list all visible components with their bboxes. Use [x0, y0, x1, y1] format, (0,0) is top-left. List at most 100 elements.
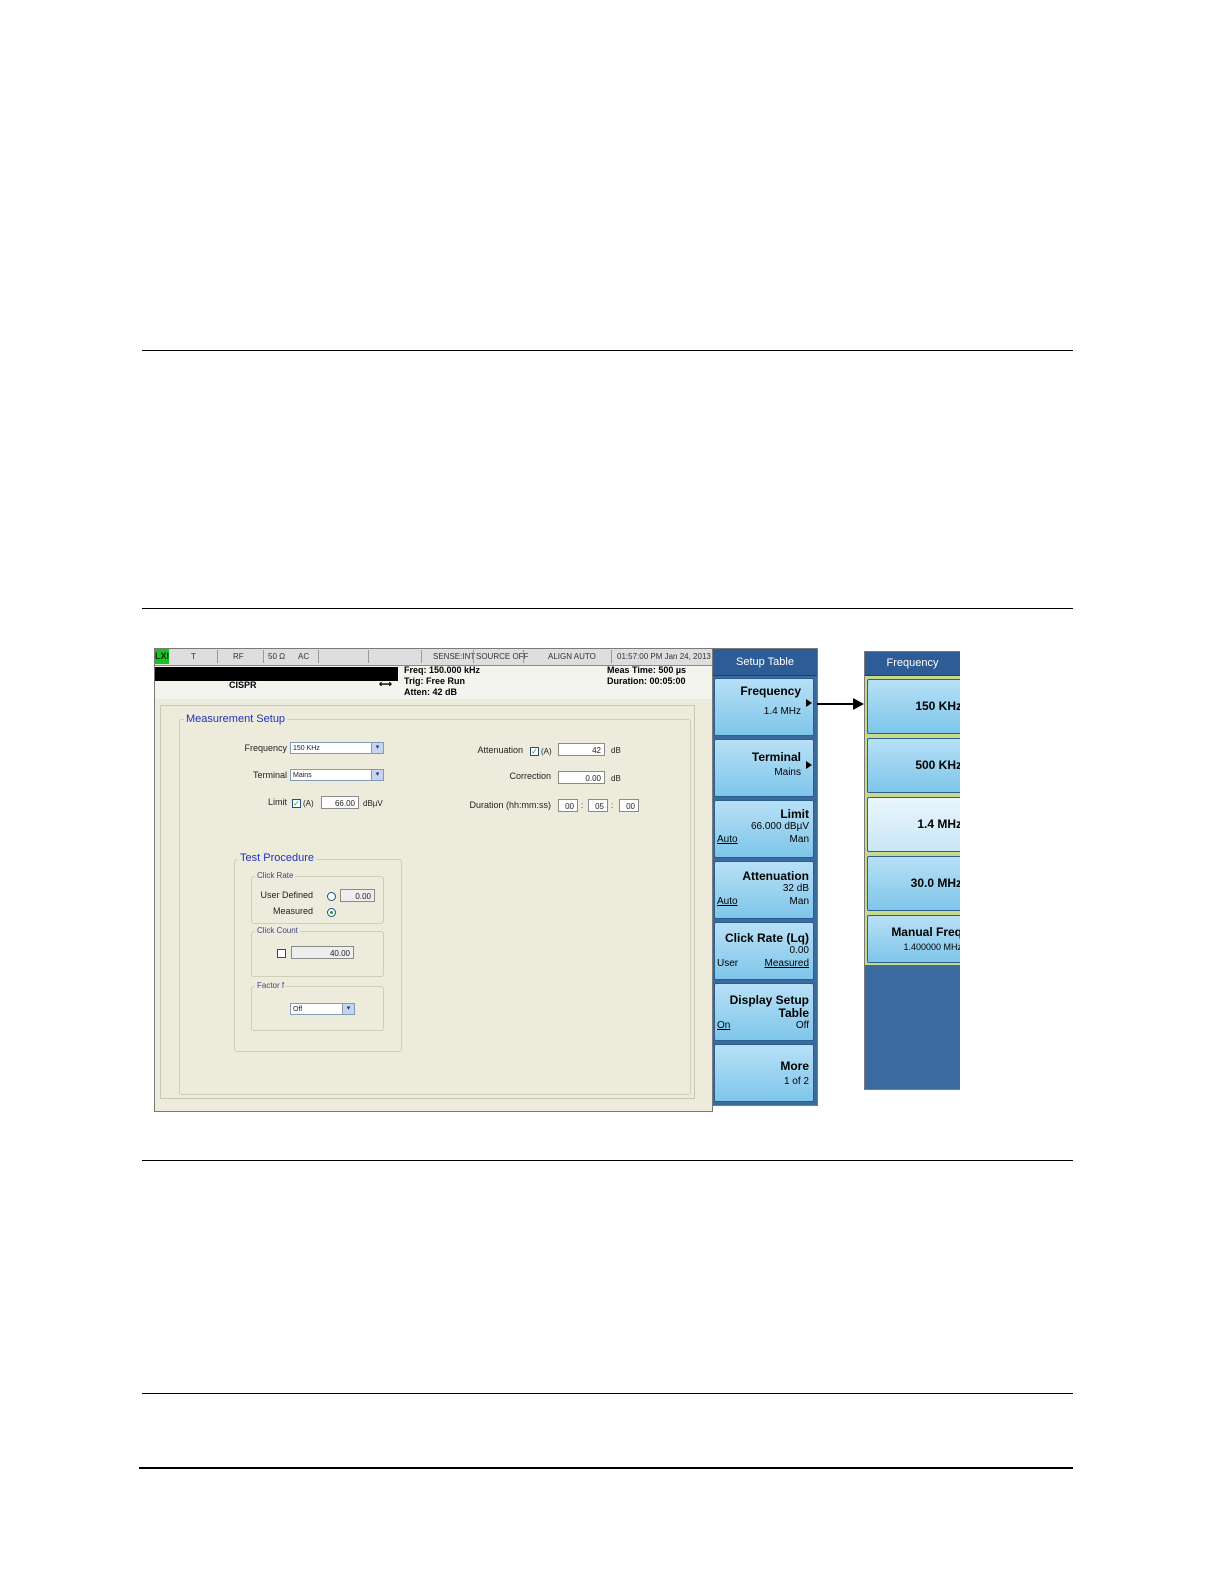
limit-label: Limit: [267, 797, 287, 807]
factor-title: Factor f: [255, 981, 287, 990]
freq-key-manual-freq-value: 1.400000 MHz: [903, 942, 960, 952]
softkey-attenuation-auto: Auto: [717, 896, 738, 907]
sense-indicator: SENSE:INT: [433, 652, 476, 661]
limit-auto-checkbox[interactable]: ✓: [292, 799, 301, 808]
pointer-arrow-icon: [817, 698, 864, 710]
page-rule-top: [142, 350, 1073, 351]
input-indicator: RF: [233, 652, 244, 661]
softkey-frequency[interactable]: Frequency 1.4 MHz: [714, 678, 814, 736]
page-rule-lower: [142, 1160, 1073, 1161]
softkey-terminal[interactable]: Terminal Mains: [714, 739, 814, 797]
measured-radio[interactable]: [327, 908, 336, 917]
measured-label: Measured: [272, 906, 313, 916]
atten-info: Atten: 42 dB: [404, 687, 458, 697]
align-indicator: ALIGN AUTO: [548, 652, 596, 661]
freq-key-1-4mhz-label: 1.4 MHz: [917, 817, 960, 831]
user-defined-input[interactable]: 0.00: [340, 889, 375, 902]
impedance-indicator: 50 Ω: [268, 652, 286, 661]
dropdown-arrow-icon[interactable]: ▾: [371, 770, 383, 780]
meas-time-info: Meas Time: 500 µs: [607, 665, 687, 675]
softkey-attenuation[interactable]: Attenuation 32 dB Auto Man: [714, 861, 814, 919]
title-bar-black: [155, 667, 398, 681]
freq-key-manual-freq-label: Manual Freq: [891, 925, 960, 939]
duration-label: Duration (hh:mm:ss): [469, 800, 551, 810]
freq-key-150khz[interactable]: 150 KHz: [867, 679, 960, 734]
softkey-frequency-value: 1.4 MHz: [763, 706, 801, 717]
limit-input[interactable]: 66.00: [321, 796, 359, 809]
terminal-select[interactable]: Mains ▾: [290, 769, 384, 781]
trigger-indicator: T: [191, 652, 196, 661]
dropdown-arrow-icon[interactable]: ▾: [342, 1004, 354, 1014]
softkey-attenuation-value: 32 dB: [782, 883, 809, 894]
correction-label: Correction: [509, 771, 551, 781]
freq-key-manual-freq[interactable]: Manual Freq 1.400000 MHz: [867, 915, 960, 963]
softkey-more-value: 1 of 2: [783, 1076, 809, 1087]
softkey-display-setup-label-2: Table: [778, 1006, 809, 1020]
lxi-indicator: LXI: [155, 649, 169, 664]
attenuation-auto-label: (A): [541, 747, 552, 756]
correction-input[interactable]: 0.00: [558, 771, 605, 784]
terminal-label: Terminal: [252, 770, 287, 780]
softkey-limit-label: Limit: [780, 807, 809, 821]
freq-key-30mhz[interactable]: 30.0 MHz: [867, 856, 960, 911]
setup-table-menu-title: Setup Table: [713, 649, 817, 676]
attenuation-input[interactable]: 42: [558, 743, 605, 756]
softkey-click-rate-measured: Measured: [764, 958, 809, 969]
duration-info: Duration: 00:05:00: [607, 676, 686, 686]
setup-table-menu: Setup Table Frequency 1.4 MHz Terminal M…: [712, 648, 818, 1106]
status-bar: LXI T RF 50 Ω AC SENSE:INT SOURCE OFF AL…: [155, 649, 712, 666]
frequency-select[interactable]: 150 KHz ▾: [290, 742, 384, 754]
freq-key-500khz[interactable]: 500 KHz: [867, 738, 960, 793]
factor-select-value: Off: [293, 1006, 303, 1013]
coupling-indicator: AC: [298, 652, 310, 661]
duration-colon: :: [581, 801, 584, 810]
limit-unit: dBµV: [363, 799, 383, 808]
mode-label: CISPR: [229, 680, 257, 690]
datetime-indicator: 01:57:00 PM Jan 24, 2013: [617, 652, 711, 661]
click-count-title: Click Count: [255, 926, 300, 935]
duration-colon: :: [611, 801, 614, 810]
measurement-setup-title: Measurement Setup: [184, 713, 288, 725]
duration-minutes-input[interactable]: 05: [588, 799, 608, 812]
limit-auto-label: (A): [303, 799, 314, 808]
measurement-setup-panel: Measurement Setup Frequency 150 KHz ▾ Te…: [160, 705, 695, 1099]
test-procedure-title: Test Procedure: [238, 852, 316, 864]
trig-info: Trig: Free Run: [404, 676, 466, 686]
frequency-label: Frequency: [244, 743, 287, 753]
page-rule-upper: [142, 608, 1073, 609]
softkey-terminal-value: Mains: [774, 767, 801, 778]
softkey-frequency-label: Frequency: [740, 684, 801, 698]
softkey-limit-auto: Auto: [717, 834, 738, 845]
softkey-display-setup-off: Off: [795, 1020, 809, 1031]
softkey-display-setup-label: Display Setup: [729, 993, 809, 1007]
softkey-limit-man: Man: [789, 834, 809, 845]
attenuation-auto-checkbox[interactable]: ✓: [530, 747, 539, 756]
softkey-limit[interactable]: Limit 66.000 dBµV Auto Man: [714, 800, 814, 858]
duration-seconds-input[interactable]: 00: [619, 799, 639, 812]
freq-key-150khz-label: 150 KHz: [915, 699, 960, 713]
freq-key-30mhz-label: 30.0 MHz: [910, 876, 960, 890]
softkey-click-rate-user: User: [717, 958, 739, 969]
softkey-more[interactable]: More 1 of 2: [714, 1044, 814, 1102]
input-arrow-icon: ⟷: [379, 679, 392, 689]
user-defined-radio[interactable]: [327, 892, 336, 901]
frequency-menu: Frequency 150 KHz 500 KHz 1.4 MHz 30.0 M…: [864, 651, 960, 1090]
attenuation-unit: dB: [611, 746, 621, 755]
softkey-click-rate[interactable]: Click Rate (Lq) 0.00 User Measured: [714, 922, 814, 980]
correction-unit: dB: [611, 774, 621, 783]
page-footer-rule: [139, 1467, 1073, 1469]
click-count-checkbox[interactable]: [277, 949, 286, 958]
softkey-display-setup-table[interactable]: Display Setup Table On Off: [714, 983, 814, 1041]
dropdown-arrow-icon[interactable]: ▾: [371, 743, 383, 753]
duration-hours-input[interactable]: 00: [558, 799, 578, 812]
submenu-arrow-icon: [806, 699, 812, 707]
softkey-more-label: More: [780, 1059, 809, 1073]
user-defined-label: User Defined: [260, 890, 313, 900]
softkey-click-rate-value: 0.00: [789, 945, 809, 956]
terminal-select-value: Mains: [293, 772, 312, 779]
click-count-input[interactable]: 40.00: [291, 946, 354, 959]
factor-select[interactable]: Off ▾: [290, 1003, 355, 1015]
instrument-screen: LXI T RF 50 Ω AC SENSE:INT SOURCE OFF AL…: [154, 648, 713, 1112]
click-rate-title: Click Rate: [255, 871, 296, 880]
freq-key-1-4mhz[interactable]: 1.4 MHz: [867, 797, 960, 852]
